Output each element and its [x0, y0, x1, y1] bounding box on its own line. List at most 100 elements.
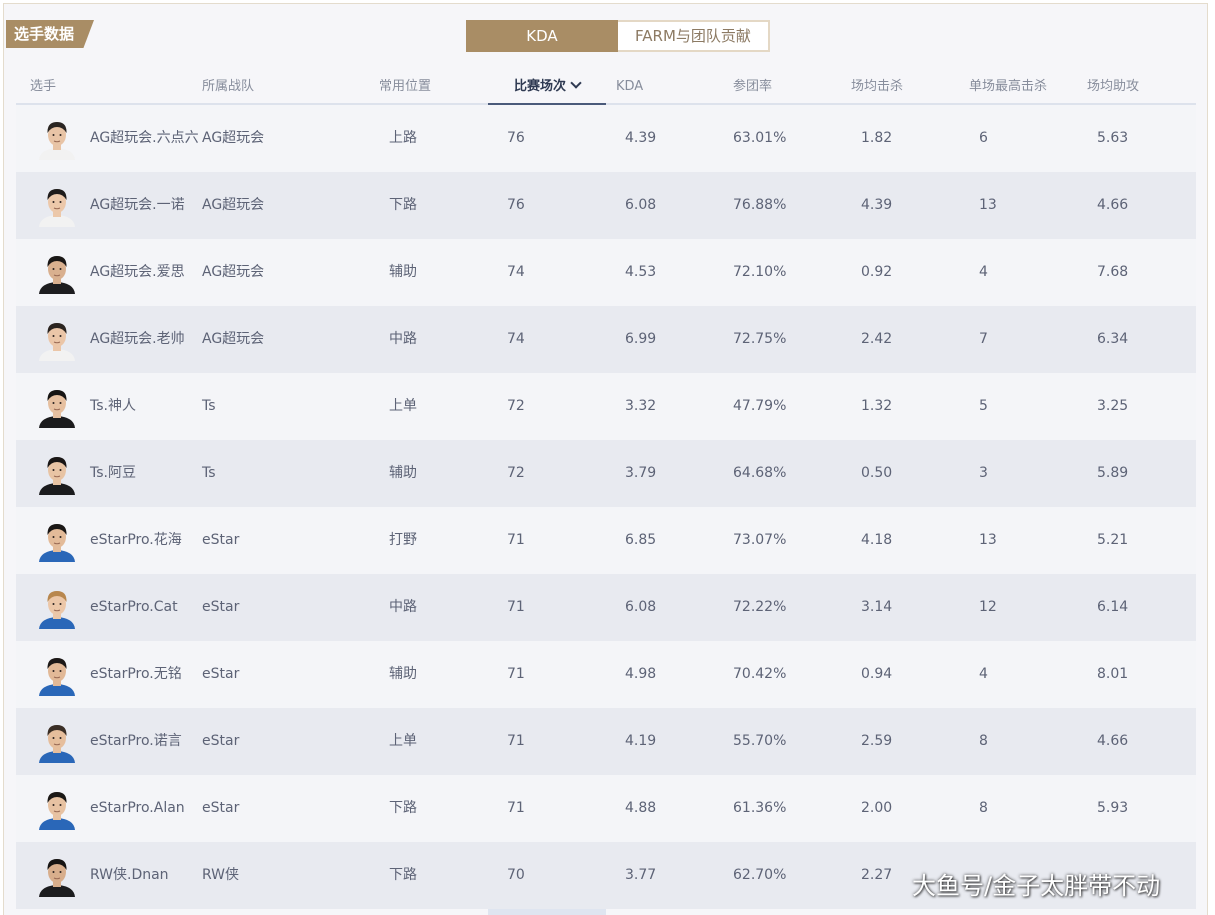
table-header: 选手 所属战队 常用位置 比赛场次 KDA 参团率 场均击杀 单场最高击杀 场均… — [16, 72, 1196, 105]
player-avatar — [39, 725, 75, 763]
cell-player[interactable]: AG超玩会.一诺 — [90, 172, 185, 239]
cell-kda: 4.88 — [625, 800, 657, 816]
cell-kda: 4.19 — [625, 733, 657, 749]
header-matches[interactable]: 比赛场次 — [488, 72, 606, 105]
player-avatar — [39, 591, 75, 629]
cell-kda: 6.99 — [625, 331, 657, 347]
cell-position: 上路 — [389, 130, 417, 146]
cell-avg-kills: 0.94 — [861, 666, 893, 682]
cell-max-kills: 8 — [979, 800, 988, 816]
header-avg-kills[interactable]: 场均击杀 — [851, 72, 903, 103]
table-row[interactable]: AG超玩会.六点六 AG超玩会 上路 76 4.39 63.01% 1.82 6 5.63 — [16, 105, 1196, 172]
table-row[interactable]: Ts.神人 Ts 上单 72 3.32 47.79% 1.32 5 3.25 — [16, 373, 1196, 440]
cell-max-kills: 6 — [979, 130, 988, 146]
cell-participation: 72.10% — [733, 264, 787, 280]
cell-position: 上单 — [389, 733, 417, 749]
cell-participation: 55.70% — [733, 733, 787, 749]
player-avatar — [39, 658, 75, 696]
table-row[interactable]: eStarPro.无铭 eStar 辅助 71 4.98 70.42% 0.94 4 8.01 — [16, 641, 1196, 708]
cell-participation: 76.88% — [733, 197, 787, 213]
cell-team[interactable]: AG超玩会 — [202, 239, 264, 306]
table-row[interactable]: AG超玩会.爱思 AG超玩会 辅助 74 4.53 72.10% 0.92 4 7.68 — [16, 239, 1196, 306]
table-row[interactable]: Ts.阿豆 Ts 辅助 72 3.79 64.68% 0.50 3 5.89 — [16, 440, 1196, 507]
table-row[interactable]: AG超玩会.一诺 AG超玩会 下路 76 6.08 76.88% 4.39 13 4.66 — [16, 172, 1196, 239]
cell-team[interactable]: Ts — [202, 440, 216, 507]
header-avg-assists[interactable]: 场均助攻 — [1087, 72, 1139, 103]
cell-player[interactable]: AG超玩会.六点六 — [90, 105, 199, 172]
header-team[interactable]: 所属战队 — [202, 72, 254, 103]
cell-avg-kills: 2.42 — [861, 331, 893, 347]
cell-player[interactable]: eStarPro.无铭 — [90, 641, 182, 708]
cell-player[interactable]: eStarPro.Alan — [90, 775, 185, 842]
cell-avg-kills: 2.00 — [861, 800, 893, 816]
header-max-kills[interactable]: 单场最高击杀 — [969, 72, 1047, 103]
cell-player[interactable]: eStarPro.Cat — [90, 574, 178, 641]
player-avatar — [39, 524, 75, 562]
cell-matches: 76 — [507, 197, 525, 213]
table-row[interactable]: eStarPro.Cat eStar 中路 71 6.08 72.22% 3.14 12 6.1… — [16, 574, 1196, 641]
cell-avg-assists: 7.68 — [1097, 264, 1129, 280]
cell-max-kills: 4 — [979, 666, 988, 682]
cell-participation: 72.22% — [733, 599, 787, 615]
cell-kda: 6.85 — [625, 532, 657, 548]
cell-player[interactable]: eStarPro.花海 — [90, 507, 182, 574]
cell-player[interactable]: Ts.神人 — [90, 373, 136, 440]
cell-avg-assists: 5.21 — [1097, 532, 1129, 548]
cell-team[interactable]: eStar — [202, 507, 239, 574]
table-row[interactable]: eStarPro.诺言 eStar 上单 71 4.19 55.70% 2.59 8 4.66 — [16, 708, 1196, 775]
header-player[interactable]: 选手 — [30, 72, 56, 103]
cell-avg-assists: 6.34 — [1097, 331, 1129, 347]
cell-position: 辅助 — [389, 465, 417, 481]
cell-player[interactable]: RW侠.Dnan — [90, 842, 169, 909]
cell-matches: 72 — [507, 465, 525, 481]
cell-max-kills: 3 — [979, 465, 988, 481]
cell-kda: 4.53 — [625, 264, 657, 280]
cell-player[interactable]: eStarPro.诺言 — [90, 708, 182, 775]
cell-position: 打野 — [389, 532, 417, 548]
cell-matches: 71 — [507, 800, 525, 816]
cell-avg-assists: 5.89 — [1097, 465, 1129, 481]
cell-kda: 3.77 — [625, 867, 657, 883]
cell-max-kills: 4 — [979, 264, 988, 280]
cell-participation: 62.70% — [733, 867, 787, 883]
cell-matches: 74 — [507, 264, 525, 280]
header-participation[interactable]: 参团率 — [733, 72, 772, 103]
header-kda[interactable]: KDA — [616, 72, 643, 103]
cell-team[interactable]: AG超玩会 — [202, 306, 264, 373]
cell-avg-kills: 0.92 — [861, 264, 893, 280]
cell-max-kills: 12 — [979, 599, 997, 615]
cell-matches: 71 — [507, 733, 525, 749]
cell-max-kills: 5 — [979, 398, 988, 414]
cell-team[interactable]: AG超玩会 — [202, 172, 264, 239]
stats-tabs: KDA FARM与团队贡献 — [466, 20, 770, 52]
cell-avg-assists: 8.01 — [1097, 666, 1129, 682]
cell-position: 下路 — [389, 867, 417, 883]
cell-team[interactable]: eStar — [202, 775, 239, 842]
tab-kda[interactable]: KDA — [466, 20, 618, 52]
cell-player[interactable]: Ts.阿豆 — [90, 440, 136, 507]
cell-avg-assists: 5.63 — [1097, 130, 1129, 146]
cell-player[interactable]: AG超玩会.爱思 — [90, 239, 185, 306]
player-avatar — [39, 323, 75, 361]
cell-team[interactable]: Ts — [202, 373, 216, 440]
cell-matches: 74 — [507, 331, 525, 347]
cell-team[interactable]: eStar — [202, 708, 239, 775]
cell-team[interactable]: RW侠 — [202, 842, 239, 909]
table-row[interactable]: eStarPro.Alan eStar 下路 71 4.88 61.36% 2.00 8 5.9… — [16, 775, 1196, 842]
cell-player[interactable]: AG超玩会.老帅 — [90, 306, 185, 373]
cell-team[interactable]: AG超玩会 — [202, 105, 264, 172]
table-row[interactable]: eStarPro.花海 eStar 打野 71 6.85 73.07% 4.18 13 5.21 — [16, 507, 1196, 574]
cell-avg-kills: 0.50 — [861, 465, 893, 481]
cell-team[interactable]: eStar — [202, 641, 239, 708]
cell-avg-kills: 2.59 — [861, 733, 893, 749]
cell-max-kills: 8 — [979, 733, 988, 749]
table-row[interactable]: AG超玩会.老帅 AG超玩会 中路 74 6.99 72.75% 2.42 7 6.34 — [16, 306, 1196, 373]
cell-participation: 61.36% — [733, 800, 787, 816]
cell-position: 上单 — [389, 398, 417, 414]
tab-farm-contribution[interactable]: FARM与团队贡献 — [618, 20, 770, 52]
header-position[interactable]: 常用位置 — [379, 72, 431, 103]
cell-team[interactable]: eStar — [202, 574, 239, 641]
cell-avg-assists: 6.14 — [1097, 599, 1129, 615]
cell-avg-kills: 1.32 — [861, 398, 893, 414]
cell-kda: 6.08 — [625, 599, 657, 615]
